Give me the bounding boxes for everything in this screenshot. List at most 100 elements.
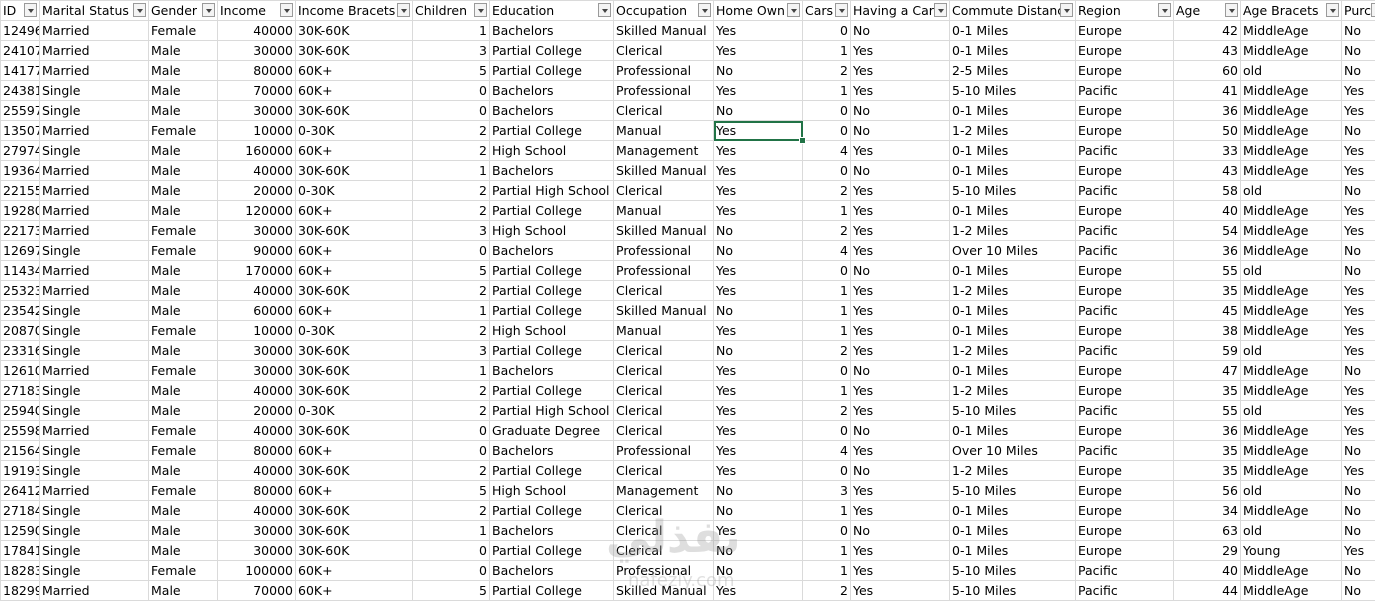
cell[interactable]: Single — [39, 340, 149, 361]
cell[interactable]: 12496 — [0, 20, 40, 41]
cell[interactable]: Male — [148, 380, 218, 401]
filter-dropdown-icon[interactable] — [1060, 3, 1073, 17]
cell[interactable]: Bachelors — [489, 560, 614, 581]
cell[interactable]: Partial College — [489, 540, 614, 561]
cell[interactable]: 30K-60K — [295, 380, 413, 401]
cell[interactable]: Yes — [850, 440, 950, 461]
cell[interactable]: 40000 — [217, 160, 296, 181]
cell[interactable]: Married — [39, 580, 149, 601]
cell[interactable]: Yes — [850, 180, 950, 201]
cell[interactable]: Female — [148, 360, 218, 381]
cell[interactable]: old — [1240, 60, 1342, 81]
cell[interactable]: MiddleAge — [1240, 20, 1342, 41]
cell[interactable]: Europe — [1075, 420, 1174, 441]
cell[interactable]: Bachelors — [489, 520, 614, 541]
cell[interactable]: 1-2 Miles — [949, 280, 1076, 301]
cell[interactable]: 60K+ — [295, 260, 413, 281]
cell[interactable]: Yes — [713, 160, 803, 181]
cell[interactable]: Europe — [1075, 160, 1174, 181]
column-header[interactable]: Having a Car — [850, 0, 950, 21]
cell[interactable]: Europe — [1075, 480, 1174, 501]
cell[interactable]: Professional — [613, 240, 714, 261]
cell[interactable]: Europe — [1075, 520, 1174, 541]
cell[interactable]: Yes — [713, 200, 803, 221]
spreadsheet-grid[interactable]: ID Marital Status Gender Income Income Brace… — [0, 0, 1375, 601]
cell[interactable]: 55 — [1173, 260, 1241, 281]
cell[interactable]: 0-30K — [295, 320, 413, 341]
cell[interactable]: MiddleAge — [1240, 560, 1342, 581]
cell[interactable]: Manual — [613, 120, 714, 141]
cell[interactable]: Male — [148, 540, 218, 561]
cell[interactable]: 0-1 Miles — [949, 20, 1076, 41]
cell[interactable]: No — [1341, 120, 1375, 141]
cell[interactable]: 1 — [802, 40, 851, 61]
cell[interactable]: 0-1 Miles — [949, 300, 1076, 321]
cell[interactable]: 4 — [802, 440, 851, 461]
cell[interactable]: Single — [39, 100, 149, 121]
cell[interactable]: High School — [489, 480, 614, 501]
cell[interactable]: Female — [148, 480, 218, 501]
cell[interactable]: 70000 — [217, 80, 296, 101]
cell[interactable]: Europe — [1075, 60, 1174, 81]
cell[interactable]: No — [713, 100, 803, 121]
cell[interactable]: 5-10 Miles — [949, 560, 1076, 581]
cell[interactable]: Graduate Degree — [489, 420, 614, 441]
cell[interactable]: 0 — [412, 440, 490, 461]
cell[interactable]: 2 — [412, 200, 490, 221]
cell[interactable]: Europe — [1075, 320, 1174, 341]
cell[interactable]: Single — [39, 140, 149, 161]
cell[interactable]: 1 — [802, 200, 851, 221]
cell[interactable]: Yes — [713, 280, 803, 301]
cell[interactable]: 42 — [1173, 20, 1241, 41]
cell[interactable]: Yes — [1341, 460, 1375, 481]
cell[interactable]: Female — [148, 120, 218, 141]
cell[interactable]: Europe — [1075, 540, 1174, 561]
cell[interactable]: Yes — [1341, 100, 1375, 121]
cell[interactable]: 11434 — [0, 260, 40, 281]
cell[interactable]: 5-10 Miles — [949, 480, 1076, 501]
cell[interactable]: old — [1240, 260, 1342, 281]
filter-dropdown-icon[interactable] — [698, 3, 711, 17]
cell[interactable]: No — [850, 160, 950, 181]
cell[interactable]: Young — [1240, 540, 1342, 561]
cell[interactable]: 18299 — [0, 580, 40, 601]
cell[interactable]: Partial College — [489, 280, 614, 301]
cell[interactable]: 35 — [1173, 280, 1241, 301]
cell[interactable]: No — [1341, 440, 1375, 461]
cell[interactable]: MiddleAge — [1240, 100, 1342, 121]
cell[interactable]: Europe — [1075, 40, 1174, 61]
cell[interactable]: Pacific — [1075, 180, 1174, 201]
cell[interactable]: 0-1 Miles — [949, 500, 1076, 521]
cell[interactable]: 26412 — [0, 480, 40, 501]
cell[interactable]: 63 — [1173, 520, 1241, 541]
cell[interactable]: 30K-60K — [295, 360, 413, 381]
column-header[interactable]: Gender — [148, 0, 218, 21]
cell[interactable]: 36 — [1173, 240, 1241, 261]
column-header[interactable]: Income — [217, 0, 296, 21]
cell[interactable]: 60 — [1173, 60, 1241, 81]
cell[interactable]: Single — [39, 380, 149, 401]
cell[interactable]: No — [1341, 580, 1375, 601]
cell[interactable]: 38 — [1173, 320, 1241, 341]
cell[interactable]: Yes — [850, 380, 950, 401]
cell[interactable]: Europe — [1075, 360, 1174, 381]
cell[interactable]: No — [1341, 60, 1375, 81]
cell[interactable]: 0 — [802, 260, 851, 281]
cell[interactable]: 1-2 Miles — [949, 380, 1076, 401]
cell[interactable]: Pacific — [1075, 400, 1174, 421]
cell[interactable]: Europe — [1075, 280, 1174, 301]
cell[interactable]: 3 — [412, 340, 490, 361]
cell[interactable]: 36 — [1173, 420, 1241, 441]
cell[interactable]: 27184 — [0, 500, 40, 521]
cell[interactable]: 2 — [412, 320, 490, 341]
cell[interactable]: old — [1240, 400, 1342, 421]
column-header[interactable]: Region — [1075, 0, 1174, 21]
cell[interactable]: 0 — [802, 520, 851, 541]
cell[interactable]: Clerical — [613, 400, 714, 421]
cell[interactable]: 1 — [802, 300, 851, 321]
cell[interactable]: 5 — [412, 60, 490, 81]
column-header[interactable]: Education — [489, 0, 614, 21]
cell[interactable]: No — [850, 120, 950, 141]
cell[interactable]: 0 — [802, 160, 851, 181]
cell[interactable]: Single — [39, 80, 149, 101]
